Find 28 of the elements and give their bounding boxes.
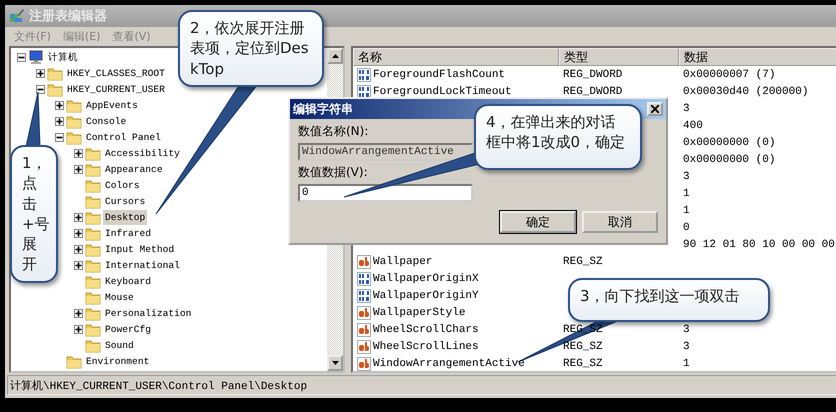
value-data: 0x00030d40 (200000) bbox=[683, 86, 808, 98]
value-data: 3 bbox=[683, 102, 690, 114]
value-type: REG_SZ bbox=[563, 256, 603, 268]
value-type: REG_SZ bbox=[563, 358, 603, 370]
value-data: 3 bbox=[683, 324, 690, 336]
value-data: 0 bbox=[683, 222, 690, 234]
value-data: 3 bbox=[683, 170, 690, 182]
value-type: REG_SZ bbox=[563, 340, 603, 352]
value-type: REG_DWORD bbox=[563, 86, 622, 98]
dialog-title: 编辑字符串 bbox=[293, 100, 353, 118]
value-data: 1 bbox=[683, 204, 690, 216]
field-label: 数值名称(N): bbox=[298, 123, 368, 140]
value-data: 1 bbox=[683, 188, 690, 200]
value-data: 400 bbox=[683, 120, 703, 132]
value-data: 1 bbox=[683, 358, 690, 370]
callout-tooltip: 2，依次展开注册表项，定位到DeskTop bbox=[178, 10, 324, 87]
value-data: 90 12 01 80 10 00 00 00 bbox=[683, 238, 835, 250]
value-data: 0x00000000 (0) bbox=[683, 154, 776, 166]
status-bar: 计算机\HKEY_CURRENT_USER\Control Panel\Desktop bbox=[7, 375, 836, 395]
value-data: 0x00000000 (0) bbox=[683, 136, 776, 148]
value-data: 3 bbox=[683, 340, 690, 352]
callout-tooltip: 1，点击+号展开 bbox=[10, 145, 58, 282]
field-label: 数值数据(V): bbox=[298, 164, 368, 181]
callout-tooltip: 3，向下找到这一项双击 bbox=[568, 278, 770, 322]
value-data: 0x00000007 (7) bbox=[683, 68, 776, 80]
value-type: REG_DWORD bbox=[563, 68, 622, 80]
window-title: 注册表编辑器 bbox=[29, 8, 107, 25]
callout-tooltip: 4，在弹出来的对话框中将1改成0，确定 bbox=[474, 104, 642, 170]
